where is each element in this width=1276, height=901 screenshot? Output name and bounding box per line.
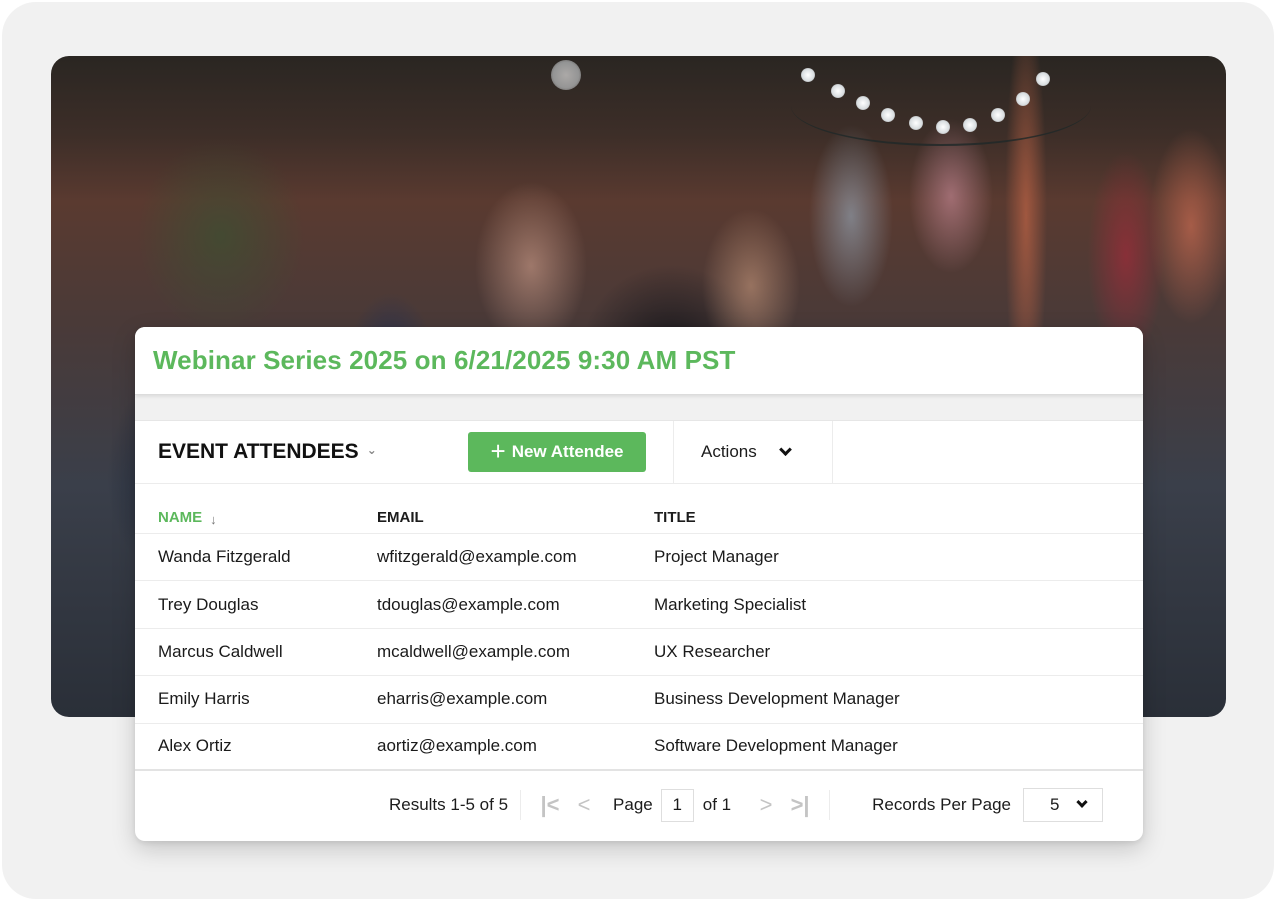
- cell-name: Trey Douglas: [158, 594, 259, 614]
- new-attendee-button[interactable]: + New Attendee: [468, 432, 646, 472]
- page-total: of 1: [702, 795, 732, 815]
- bubble: [551, 60, 581, 90]
- cell-name: Emily Harris: [158, 689, 250, 709]
- cell-email: eharris@example.com: [377, 689, 548, 709]
- light-bulb: [801, 68, 815, 82]
- first-page-icon[interactable]: |<: [533, 792, 567, 818]
- cell-email: aortiz@example.com: [377, 736, 537, 756]
- column-header-title[interactable]: TITLE: [654, 509, 1143, 526]
- light-bulb: [831, 84, 845, 98]
- cell-name: Wanda Fitzgerald: [158, 547, 291, 567]
- event-header: Webinar Series 2025 on 6/21/2025 9:30 AM…: [135, 327, 1143, 395]
- records-per-page-select[interactable]: 5: [1023, 788, 1103, 823]
- arrow-down-icon: ↓: [210, 512, 217, 527]
- last-page-icon[interactable]: >|: [783, 792, 817, 818]
- cell-title: Business Development Manager: [654, 689, 900, 709]
- pager: |< < Page of 1 > >|: [521, 788, 831, 822]
- records-per-page-label: Records Per Page: [872, 795, 1011, 815]
- records-per-page-value: 5: [1050, 795, 1060, 815]
- results-count: Results 1-5 of 5: [389, 790, 522, 821]
- records-per-page: Records Per Page 5: [830, 788, 1103, 823]
- section-title-dropdown[interactable]: EVENT ATTENDEES ⌄: [135, 421, 455, 483]
- chevron-down-icon: [778, 442, 792, 456]
- event-title: Webinar Series 2025 on 6/21/2025 9:30 AM…: [153, 345, 736, 375]
- light-bulb: [856, 96, 870, 110]
- actions-label: Actions: [701, 442, 757, 461]
- table-row[interactable]: Emily Harris eharris@example.com Busines…: [135, 676, 1143, 724]
- cell-title: Marketing Specialist: [654, 594, 807, 614]
- column-header-email[interactable]: EMAIL: [377, 509, 654, 526]
- pagination-bar: Results 1-5 of 5 |< < Page of 1 > >| Rec…: [135, 771, 1143, 840]
- light-bulb: [909, 116, 923, 130]
- light-bulb: [963, 118, 977, 132]
- table-row[interactable]: Marcus Caldwell mcaldwell@example.com UX…: [135, 629, 1143, 677]
- cell-title: UX Researcher: [654, 641, 771, 661]
- plus-icon: +: [490, 436, 506, 466]
- attendees-toolbar: EVENT ATTENDEES ⌄ + New Attendee Actions: [135, 421, 1143, 484]
- table-row[interactable]: Wanda Fitzgerald wfitzgerald@example.com…: [135, 534, 1143, 582]
- attendees-table: NAME ↓ EMAIL TITLE Wanda Fitzgerald wfit…: [135, 484, 1143, 771]
- light-bulb: [991, 108, 1005, 122]
- light-bulb: [881, 108, 895, 122]
- page-label: Page: [613, 795, 653, 815]
- light-bulb: [1016, 92, 1030, 106]
- chevron-down-icon: [1076, 796, 1088, 809]
- header-divider-band: [135, 395, 1143, 421]
- light-bulb: [936, 120, 950, 134]
- actions-dropdown[interactable]: Actions: [673, 421, 833, 483]
- cell-email: wfitzgerald@example.com: [377, 547, 577, 567]
- cell-name: Marcus Caldwell: [158, 641, 283, 661]
- cell-name: Alex Ortiz: [158, 736, 232, 756]
- table-row[interactable]: Trey Douglas tdouglas@example.com Market…: [135, 581, 1143, 629]
- column-header-name-label: NAME: [158, 509, 203, 526]
- previous-page-icon[interactable]: <: [567, 792, 601, 818]
- section-title-label: EVENT ATTENDEES: [158, 440, 359, 463]
- attendees-card: Webinar Series 2025 on 6/21/2025 9:30 AM…: [135, 327, 1143, 841]
- column-header-name[interactable]: NAME ↓: [135, 509, 377, 527]
- cell-title: Software Development Manager: [654, 736, 898, 756]
- cell-title: Project Manager: [654, 547, 779, 567]
- table-row[interactable]: Alex Ortiz aortiz@example.com Software D…: [135, 724, 1143, 771]
- page-number-input[interactable]: [660, 788, 694, 822]
- new-attendee-label: New Attendee: [511, 442, 624, 461]
- table-header: NAME ↓ EMAIL TITLE: [135, 484, 1143, 534]
- cell-email: mcaldwell@example.com: [377, 641, 570, 661]
- chevron-down-icon: ⌄: [366, 443, 377, 457]
- next-page-icon[interactable]: >: [749, 792, 783, 818]
- cell-email: tdouglas@example.com: [377, 594, 560, 614]
- new-attendee-wrap: + New Attendee: [455, 421, 673, 483]
- light-bulb: [1036, 72, 1050, 86]
